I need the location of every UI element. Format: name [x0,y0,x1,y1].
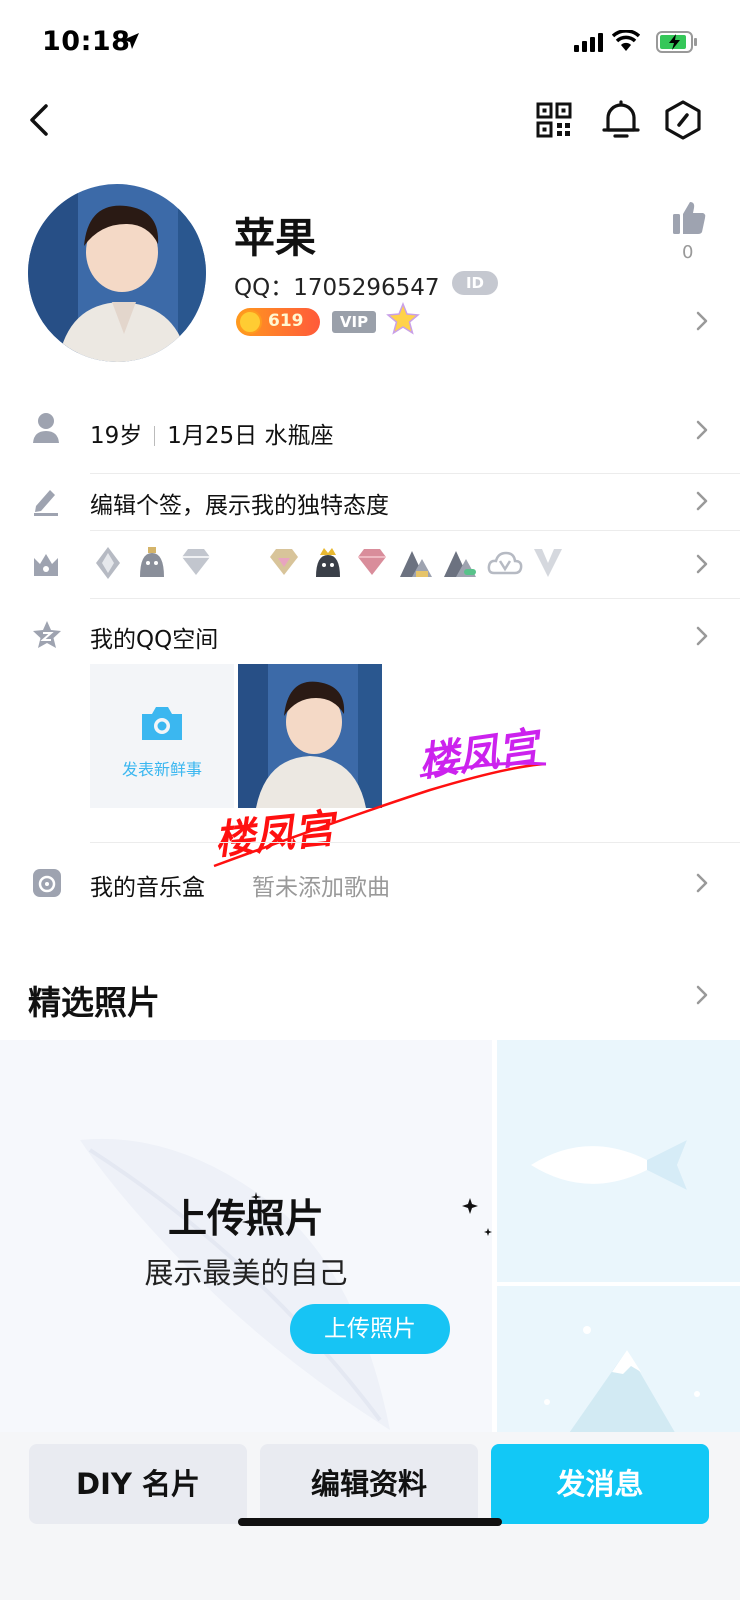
signature-row[interactable]: 编辑个签，展示我的独特态度 [90,486,389,520]
qq-number-value: 1705296547 [293,275,440,301]
mountain-illustration-icon [544,1326,700,1432]
chevron-right-icon[interactable] [695,872,709,894]
back-icon[interactable] [26,100,56,140]
like-count: 0 [682,242,694,263]
chevron-right-icon[interactable] [695,984,709,1006]
profile-name: 苹果 [234,214,316,262]
location-arrow-icon [123,33,139,49]
v-shield-badge-icon [534,549,562,577]
id-badge[interactable]: ID [452,271,498,295]
divider [90,473,740,474]
diy-card-button[interactable]: DIY 名片 [29,1444,247,1524]
gold-diamond-badge-icon [270,549,298,575]
upload-placeholder[interactable]: 上传照片 展示最美的自己 [0,1040,492,1432]
chevron-right-icon[interactable] [695,490,709,512]
qzone-star-icon [33,621,61,648]
age-birthday-row[interactable]: 19岁 1月25日 水瓶座 [90,416,334,450]
bell-icon[interactable] [602,100,640,140]
pink-diamond-badge-icon [358,549,386,575]
upload-subtitle: 展示最美的自己 [144,1256,348,1290]
chevron-right-icon[interactable] [695,419,709,441]
silver-flame-badge-icon [96,547,120,579]
separator [154,426,156,446]
camera-icon [142,707,182,740]
settings-icon[interactable] [664,100,702,140]
star-badge-icon[interactable] [386,302,420,336]
battery-icon [656,31,697,53]
vip-badge[interactable]: VIP [332,311,376,333]
featured-photos-panel: 上传照片 展示最美的自己 上传照片 [0,1040,740,1432]
chevron-right-icon[interactable] [695,553,709,575]
music-row[interactable]: 我的音乐盒 [90,868,205,902]
mountain-green-badge-icon [444,551,476,577]
birthday-text: 1月25日 水瓶座 [167,423,334,449]
upload-title: 上传照片 [167,1197,324,1242]
placeholder-tile [497,1286,740,1432]
signal-icon [574,33,603,52]
coin-badge[interactable]: 619 [236,308,320,336]
status-time: 10:18 [42,26,131,57]
person-icon [33,413,59,443]
featured-photos-title: 精选照片 [28,983,160,1022]
music-status: 暂未添加歌曲 [252,875,390,901]
qr-code-icon[interactable] [536,102,572,138]
silver-diamond-badge-icon [182,549,210,575]
avatar[interactable] [28,184,206,362]
mountain-penguin-badge-icon [400,551,432,577]
badge-strip[interactable] [90,545,590,585]
wifi-icon [612,30,640,51]
qq-number: QQ：1705296547 [234,268,440,302]
upload-photo-button[interactable]: 上传照片 [290,1304,450,1354]
thumbs-up-icon[interactable] [671,200,707,236]
status-bar: 10:18 [0,0,740,90]
cloud-v-badge-icon [487,551,523,575]
coin-value: 619 [268,311,304,331]
send-message-button[interactable]: 发消息 [491,1444,709,1524]
music-icon [33,869,61,897]
penguin-badge-icon [140,547,164,577]
home-indicator[interactable] [238,1518,502,1526]
chevron-right-icon[interactable] [695,625,709,647]
divider [90,598,740,599]
edit-profile-button[interactable]: 编辑资料 [260,1444,478,1524]
chevron-right-icon[interactable] [695,310,709,332]
coin-icon [238,310,262,334]
qq-label: QQ： [234,275,294,301]
fish-illustration-icon [531,1140,687,1190]
pen-icon [34,490,58,516]
crown-icon [34,554,58,576]
bottom-action-bar: DIY 名片 编辑资料 发消息 [0,1432,740,1600]
age-text: 19岁 [90,423,143,449]
placeholder-tile [497,1040,740,1282]
qzone-row[interactable]: 我的QQ空间 [90,620,218,654]
divider [90,530,740,531]
crown-penguin-badge-icon [316,548,340,577]
divider [90,842,740,843]
